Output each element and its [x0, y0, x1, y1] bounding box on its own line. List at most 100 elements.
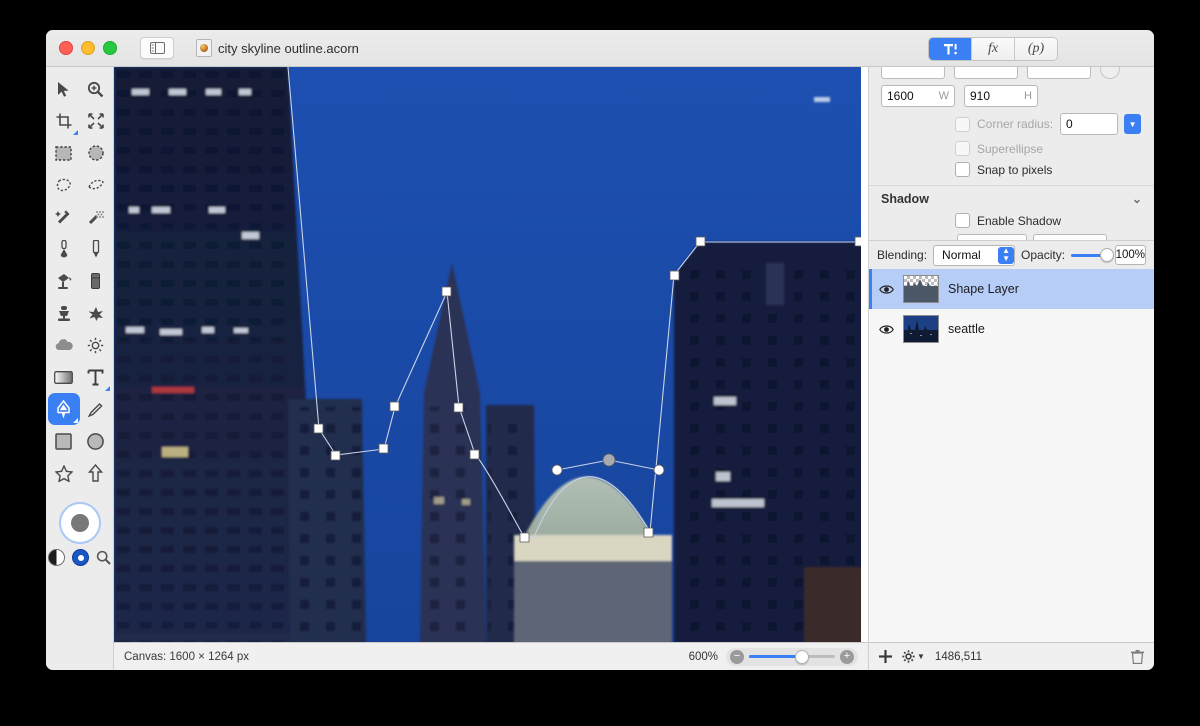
crop-tool[interactable] — [48, 105, 80, 137]
polygon-lasso-tool[interactable] — [80, 169, 112, 201]
tab-tool-options[interactable] — [929, 38, 972, 60]
color-wells[interactable] — [58, 501, 102, 545]
bezier-anchor-points[interactable] — [114, 67, 861, 642]
arrow-shape-tool[interactable] — [80, 457, 112, 489]
blur-tool[interactable] — [48, 329, 80, 361]
height-field[interactable]: 910 H — [964, 85, 1038, 107]
layer-row-seattle[interactable]: seattle — [869, 309, 1154, 349]
opacity-slider-knob[interactable] — [1099, 248, 1114, 262]
zoom-tool[interactable] — [80, 73, 112, 105]
paint-bucket-tool[interactable] — [48, 265, 80, 297]
height-unit: H — [1024, 90, 1032, 102]
hammer-tool-icon — [944, 43, 957, 55]
line-tool[interactable] — [80, 393, 112, 425]
zoom-slider-knob[interactable] — [795, 649, 810, 664]
delete-layer-trash-icon[interactable] — [1131, 649, 1144, 664]
lasso-tool[interactable] — [48, 169, 80, 201]
text-tool[interactable] — [80, 361, 112, 393]
chevron-down-icon[interactable]: ⌄ — [1132, 192, 1142, 206]
canvas-scroll-view[interactable] — [114, 67, 868, 642]
swap-colors-icon[interactable] — [48, 549, 65, 566]
rectangular-marquee-tool[interactable] — [48, 137, 80, 169]
enable-shadow-label: Enable Shadow — [977, 213, 1062, 228]
opacity-value-field[interactable]: 100% — [1114, 245, 1146, 265]
zoom-slider-fill — [749, 655, 803, 658]
close-button[interactable] — [59, 41, 73, 55]
chevron-down-icon: ▼ — [917, 652, 925, 661]
tool-variant-indicator — [72, 130, 78, 135]
inspector-scroll: 1600 W 910 H Corner radius: 0 ▼ Superell… — [869, 67, 1154, 240]
foreground-color-well[interactable] — [58, 502, 101, 544]
zoom-in-icon[interactable]: + — [840, 649, 854, 664]
rotation-field[interactable] — [1027, 67, 1091, 79]
snap-to-pixels-checkbox[interactable] — [955, 162, 970, 177]
shadow-offset-row: Offset: 5 X -4.510000 — [869, 231, 1154, 240]
window-controls — [59, 41, 117, 55]
window-body: Canvas: 1600 × 1264 px 600% − + 1600 W 9… — [46, 67, 1154, 670]
rectangle-shape-tool[interactable] — [48, 425, 80, 457]
zoom-out-icon[interactable]: − — [730, 649, 744, 664]
elliptical-marquee-tool[interactable] — [80, 137, 112, 169]
document-title: city skyline outline.acorn — [196, 39, 359, 57]
tool-variant-indicator — [104, 386, 110, 391]
layer-settings-button[interactable]: ▼ — [902, 650, 925, 663]
dodge-burn-tool[interactable] — [80, 329, 112, 361]
gradient-tool[interactable] — [48, 361, 80, 393]
magic-wand-dither-tool[interactable] — [80, 201, 112, 233]
default-colors-icon[interactable] — [72, 549, 89, 566]
opacity-slider[interactable] — [1071, 248, 1114, 262]
superellipse-checkbox[interactable] — [955, 141, 970, 156]
minimize-button[interactable] — [81, 41, 95, 55]
snap-to-pixels-row: Snap to pixels — [869, 159, 1154, 180]
app-window: city skyline outline.acorn fx (p) Canvas… — [46, 30, 1154, 670]
width-field[interactable]: 1600 W — [881, 85, 955, 107]
bucket-gradient-tool[interactable] — [48, 233, 80, 265]
bezier-pen-tool[interactable] — [47, 393, 80, 425]
opacity-label: Opacity: — [1021, 248, 1066, 262]
layers-empty-area[interactable] — [869, 469, 1154, 642]
zoom-slider-track[interactable] — [749, 649, 835, 664]
tool-palette — [46, 67, 114, 670]
corner-radius-stepper[interactable]: ▼ — [1124, 114, 1142, 134]
x-position-field[interactable] — [881, 67, 945, 79]
superellipse-label: Superellipse — [977, 141, 1044, 156]
corner-radius-checkbox[interactable] — [955, 116, 970, 132]
transform-tool[interactable] — [80, 105, 112, 137]
magnifier-icon[interactable] — [96, 550, 111, 565]
snap-to-pixels-label: Snap to pixels — [977, 162, 1053, 177]
width-unit: W — [938, 90, 949, 102]
eye-visibility-icon[interactable] — [879, 284, 894, 295]
star-shape-tool[interactable] — [48, 457, 80, 489]
magic-wand-tool[interactable] — [48, 201, 80, 233]
rotation-dial[interactable] — [1100, 67, 1120, 79]
layer-row-shape-layer[interactable]: Shape Layer — [869, 269, 1154, 309]
zoom-slider[interactable]: − + — [726, 647, 858, 666]
width-value: 1600 — [887, 89, 914, 103]
corner-radius-field[interactable]: 0 — [1060, 113, 1119, 135]
inspector-tab-bar: fx (p) — [928, 37, 1058, 61]
ellipse-shape-tool[interactable] — [80, 425, 112, 457]
eye-visibility-icon[interactable] — [879, 324, 894, 335]
add-layer-icon[interactable] — [879, 650, 892, 663]
enable-shadow-checkbox[interactable] — [955, 213, 970, 228]
tab-presets[interactable]: (p) — [1015, 38, 1057, 60]
layer-settings-gear-icon — [902, 650, 915, 663]
sidebar-toggle-button[interactable] — [140, 37, 174, 59]
cursor-coordinates: 1486,511 — [934, 650, 983, 663]
blending-bar: Blending: Normal ▲ ▼ Opacity: 100% — [869, 240, 1154, 269]
corner-radius-value: 0 — [1066, 117, 1073, 131]
smudge-tool[interactable] — [80, 297, 112, 329]
paint-brush-tool[interactable] — [80, 233, 112, 265]
shadow-section-header[interactable]: Shadow ⌄ — [869, 186, 1154, 210]
title-bar: city skyline outline.acorn fx (p) — [46, 30, 1154, 67]
y-position-field[interactable] — [954, 67, 1018, 79]
clone-stamp-tool[interactable] — [48, 297, 80, 329]
tab-filters[interactable]: fx — [972, 38, 1015, 60]
move-tool[interactable] — [48, 73, 80, 105]
blending-mode-select[interactable]: Normal ▲ ▼ — [933, 244, 1016, 266]
eraser-tool[interactable] — [80, 265, 112, 297]
canvas-status-bar: Canvas: 1600 × 1264 px 600% − + — [114, 642, 868, 670]
zoom-button[interactable] — [103, 41, 117, 55]
superellipse-row: Superellipse — [869, 138, 1154, 159]
canvas-area: Canvas: 1600 × 1264 px 600% − + — [114, 67, 868, 670]
